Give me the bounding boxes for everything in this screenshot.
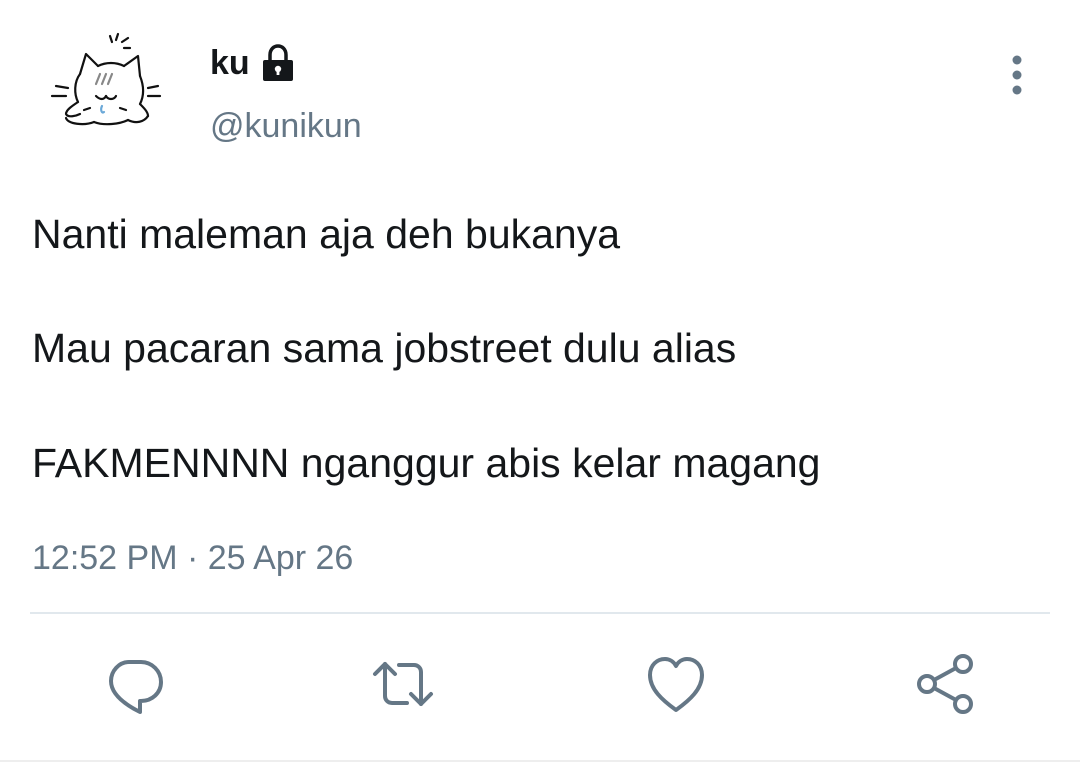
heart-icon [648,657,704,712]
meta-separator: · [186,539,199,577]
display-name-row[interactable]: ku [210,40,296,86]
user-handle[interactable]: @kunikun [210,104,362,148]
retweet-button[interactable] [371,652,435,716]
share-icon [917,654,973,714]
tweet-time[interactable]: 12:52 PM [32,539,178,577]
action-bar [0,652,1080,722]
tweet-date[interactable]: 25 Apr 26 [208,539,354,577]
share-button[interactable] [913,652,977,716]
bottom-divider [0,760,1080,762]
tweet-text-line-3: FAKMENNNN nganggur abis kelar magang [32,440,821,486]
cat-avatar-icon [50,32,162,126]
reply-icon [109,660,163,714]
divider [30,612,1050,614]
display-name[interactable]: ku [210,40,250,86]
tweet-text-line-2: Mau pacaran sama jobstreet dulu alias [32,325,737,371]
more-options-icon[interactable] [1000,52,1034,98]
avatar[interactable] [44,30,168,142]
reply-button[interactable] [103,652,167,716]
tweet-timestamp[interactable]: 12:52 PM · 25 Apr 26 [32,536,353,580]
tweet-text-line-1: Nanti maleman aja deh bukanya [32,211,621,257]
lock-icon [260,43,296,83]
like-button[interactable] [644,652,708,716]
tweet-card: ku @kunikun Nanti maleman aja deh bukany… [0,0,1080,777]
retweet-icon [373,662,433,706]
